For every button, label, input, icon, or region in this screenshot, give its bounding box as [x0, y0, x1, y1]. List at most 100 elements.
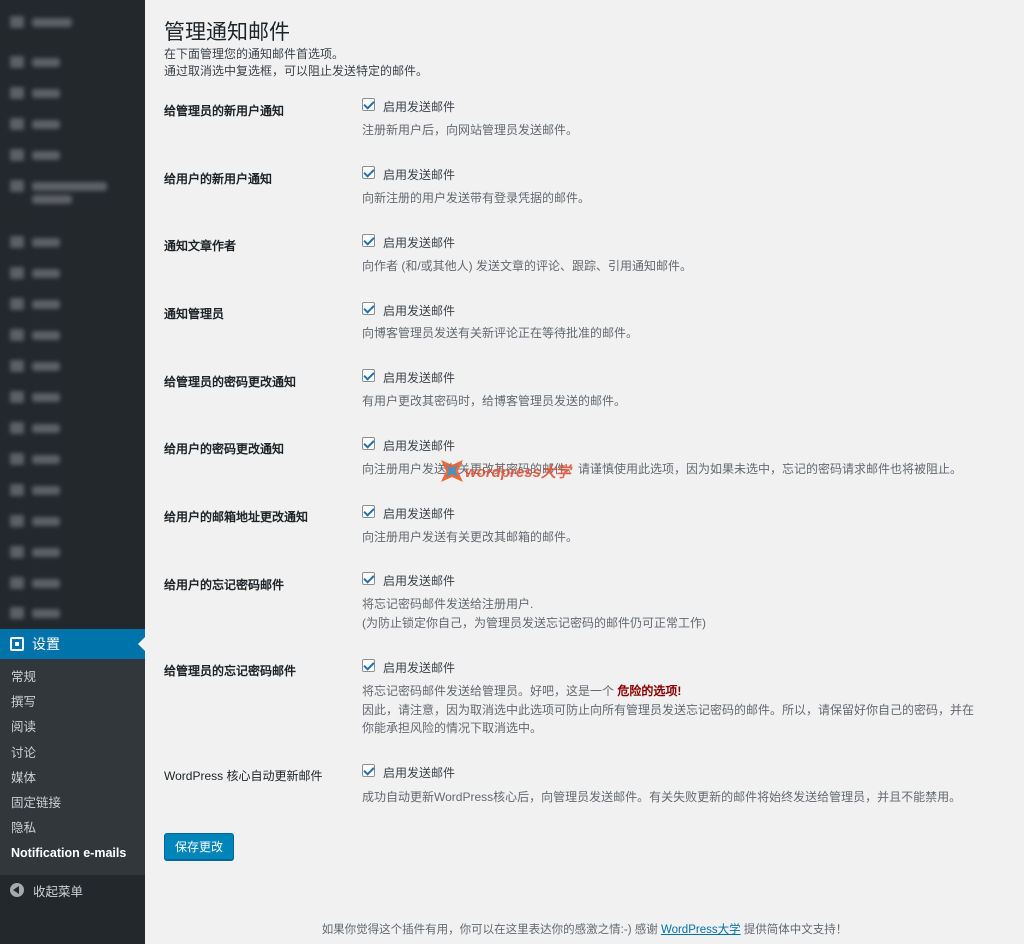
row-label-admin-new-user: 给管理员的新用户通知	[164, 104, 285, 118]
menu-item-media[interactable]	[0, 111, 145, 137]
submenu-item-media[interactable]: 媒体	[0, 766, 145, 791]
page-intro-line-2: 通过取消选中复选框，可以阻止发送特定的邮件。	[164, 64, 429, 78]
settings-submenu: 常规 撰写 阅读 讨论 媒体 固定链接 隐私 Notification e-ma…	[0, 659, 145, 875]
menu-item-5[interactable]	[0, 353, 145, 379]
row-description: 向博客管理员发送有关新评论正在等待批准的邮件。	[362, 326, 639, 340]
submenu-item-reading[interactable]: 阅读	[0, 715, 145, 740]
save-changes-button[interactable]: 保存更改	[164, 833, 235, 860]
submenu-item-writing[interactable]: 撰写	[0, 690, 145, 715]
pin-icon	[10, 577, 24, 589]
checkbox-user-email-change[interactable]	[362, 505, 375, 518]
main-content: 管理通知邮件 在下面管理您的通知邮件首选项。 通过取消选中复选框，可以阻止发送特…	[145, 0, 1024, 944]
menu-settings-label: 设置	[32, 636, 60, 652]
menu-item-posts[interactable]	[0, 49, 145, 75]
row-description: 有用户更改其密码时，给博客管理员发送的邮件。	[362, 394, 627, 408]
row-description: (为防止锁定你自己，为管理员发送忘记密码的邮件仍可正常工作)	[362, 616, 706, 630]
row-label-user-forgot-password: 给用户的忘记密码邮件	[164, 578, 285, 592]
menu-item-8[interactable]	[0, 446, 145, 472]
submenu-item-general[interactable]: 常规	[0, 665, 145, 690]
menu-item-9[interactable]	[0, 477, 145, 503]
menu-item-12[interactable]	[0, 570, 145, 596]
menu-item-11[interactable]	[0, 539, 145, 565]
menu-item-2[interactable]	[0, 260, 145, 286]
settings-icon	[10, 637, 24, 651]
menu-item-links[interactable]	[0, 80, 145, 106]
collapse-menu-label: 收起菜单	[33, 884, 84, 899]
checkbox-notify-admin[interactable]	[362, 302, 375, 315]
checkbox-admin-password-change[interactable]	[362, 369, 375, 382]
row-description: 将忘记密码邮件发送给注册用户.	[362, 597, 534, 611]
menu-item-plugin[interactable]	[0, 173, 145, 204]
wrench-icon	[10, 607, 24, 619]
danger-option-text: 危险的选项!	[617, 684, 682, 698]
pin-icon	[10, 391, 24, 403]
faq-icon	[10, 149, 24, 161]
menu-item-faq[interactable]	[0, 142, 145, 168]
menu-item-1[interactable]	[0, 229, 145, 255]
row-label-user-email-change: 给用户的邮箱地址更改通知	[164, 510, 309, 524]
pin-icon	[10, 453, 24, 465]
pin-icon	[10, 484, 24, 496]
menu-item-4[interactable]	[0, 322, 145, 348]
checkbox-label[interactable]: 启用发送邮件	[383, 98, 455, 115]
collapse-arrow-icon	[10, 883, 24, 897]
row-description: 向作者 (和/或其他人) 发送文章的评论、跟踪、引用通知邮件。	[362, 259, 692, 273]
checkbox-label[interactable]: 启用发送邮件	[383, 505, 455, 522]
pin-icon	[10, 236, 24, 248]
checkbox-admin-forgot-password[interactable]	[362, 659, 375, 672]
submenu-item-permalinks[interactable]: 固定链接	[0, 791, 145, 816]
collapse-menu-button[interactable]: 收起菜单	[0, 876, 145, 904]
checkbox-admin-new-user[interactable]	[362, 98, 375, 111]
checkbox-notify-author[interactable]	[362, 234, 375, 247]
menu-item-settings[interactable]: 设置	[0, 629, 145, 659]
checkbox-user-password-change[interactable]	[362, 437, 375, 450]
checkbox-label[interactable]: 启用发送邮件	[383, 764, 455, 781]
checkbox-label[interactable]: 启用发送邮件	[383, 659, 455, 676]
plugin-icon	[10, 180, 24, 192]
row-label-notify-admin: 通知管理员	[164, 307, 225, 321]
watermark-logo-icon	[441, 460, 463, 482]
pin-icon	[10, 360, 24, 372]
checkbox-label[interactable]: 启用发送邮件	[383, 234, 455, 251]
watermark: wordpress大学	[441, 460, 571, 482]
page-intro-line-1: 在下面管理您的通知邮件首选项。	[164, 47, 345, 61]
checkbox-user-new-user[interactable]	[362, 166, 375, 179]
menu-item-3[interactable]	[0, 291, 145, 317]
row-description: 成功自动更新WordPress核心后，向管理员发送邮件。有关失败更新的邮件将始终…	[362, 790, 962, 804]
checkbox-label[interactable]: 启用发送邮件	[383, 437, 455, 454]
checkbox-label[interactable]: 启用发送邮件	[383, 369, 455, 386]
checkbox-user-forgot-password[interactable]	[362, 572, 375, 585]
page-title: 管理通知邮件	[164, 21, 290, 44]
row-label-admin-password-change: 给管理员的密码更改通知	[164, 375, 297, 389]
checkbox-label[interactable]: 启用发送邮件	[383, 572, 455, 589]
admin-sidebar: 设置 常规 撰写 阅读 讨论 媒体 固定链接 隐私 Notification e…	[0, 0, 145, 944]
row-label-notify-author: 通知文章作者	[164, 239, 237, 253]
row-label-core-auto-update: WordPress 核心自动更新邮件	[164, 769, 323, 783]
menu-item-7[interactable]	[0, 415, 145, 441]
media-icon	[10, 118, 24, 130]
row-label-admin-forgot-password: 给管理员的忘记密码邮件	[164, 664, 297, 678]
submenu-item-notification-emails[interactable]: Notification e-mails	[0, 841, 145, 866]
submenu-item-discussion[interactable]: 讨论	[0, 741, 145, 766]
pin-icon	[10, 298, 24, 310]
footer-link-wordpress-daxue[interactable]: WordPress大学	[661, 924, 741, 936]
menu-item-10[interactable]	[0, 508, 145, 534]
watermark-text: wordpress大学	[465, 463, 571, 481]
pin-icon	[10, 56, 24, 68]
row-description-warning: 将忘记密码邮件发送给管理员。好吧，这是一个 危险的选项!	[362, 684, 682, 698]
pin-icon	[10, 329, 24, 341]
pin-icon	[10, 515, 24, 527]
checkbox-label[interactable]: 启用发送邮件	[383, 166, 455, 183]
menu-item-6[interactable]	[0, 384, 145, 410]
menu-item-tools[interactable]	[0, 600, 145, 626]
menu-item-dashboard[interactable]	[0, 9, 145, 35]
row-description: 因此，请注意，因为取消选中此选项可防止向所有管理员发送忘记密码的邮件。所以，请保…	[362, 703, 975, 717]
row-description: 你能承担风险的情况下取消选中。	[362, 721, 543, 735]
submenu-item-privacy[interactable]: 隐私	[0, 816, 145, 841]
row-label-user-password-change: 给用户的密码更改通知	[164, 442, 285, 456]
checkbox-label[interactable]: 启用发送邮件	[383, 302, 455, 319]
row-description: 注册新用户后，向网站管理员发送邮件。	[362, 123, 579, 137]
current-menu-arrow	[138, 637, 145, 651]
pin-icon	[10, 422, 24, 434]
checkbox-core-auto-update[interactable]	[362, 764, 375, 777]
